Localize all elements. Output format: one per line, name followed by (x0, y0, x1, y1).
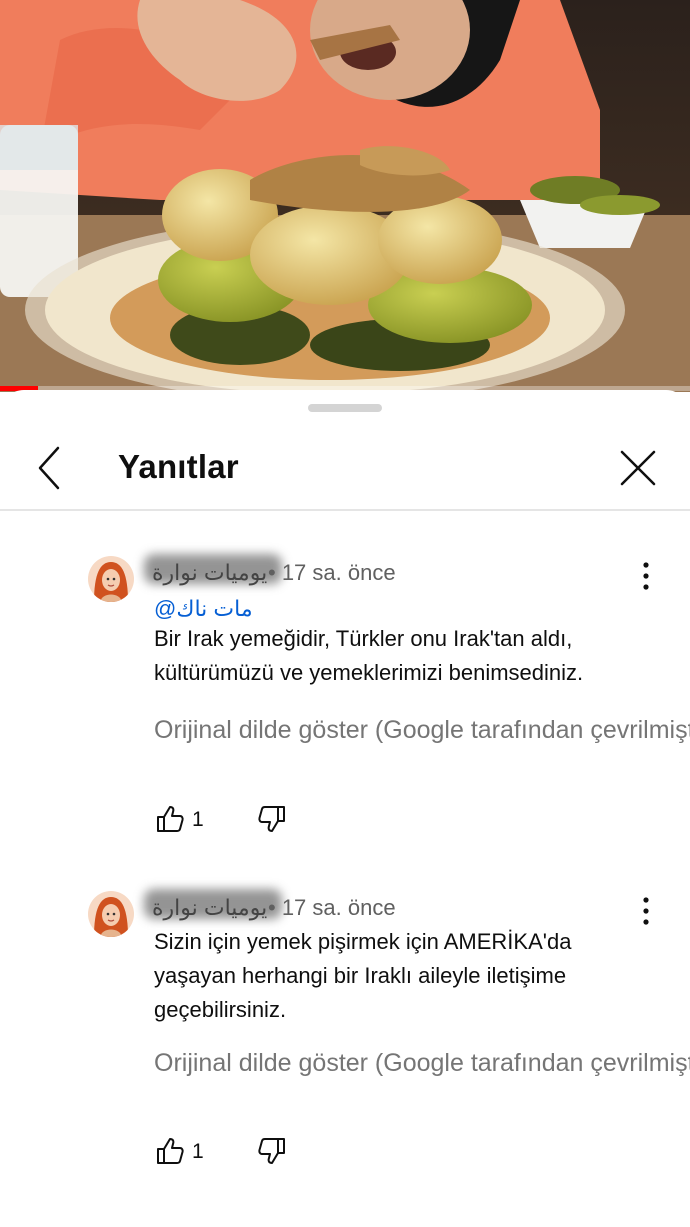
thumbs-up-icon (157, 806, 184, 832)
thumbs-down-icon (258, 806, 285, 832)
avatar-image (88, 556, 134, 602)
avatar[interactable] (88, 556, 134, 602)
comment-timestamp: • 17 sa. önce (268, 560, 396, 585)
more-options-button[interactable] (632, 893, 660, 929)
comment-text: Sizin için yemek pişirmek için AMERİKA'd… (154, 925, 664, 1027)
video-frame (0, 0, 690, 392)
reply-mention[interactable]: @مات ناك (154, 596, 253, 622)
thumbs-up-icon (157, 1138, 184, 1164)
comment-text-line: Sizin için yemek pişirmek için AMERİKA'd… (154, 929, 572, 954)
like-count: 1 (192, 1140, 204, 1163)
author-name: يوميات نوارة (152, 560, 268, 585)
back-button[interactable] (28, 442, 72, 494)
dislike-button[interactable] (256, 803, 288, 835)
comment-text-line: kültürümüzü ve yemeklerimizi benimsedini… (154, 660, 584, 685)
chevron-left-icon (38, 446, 60, 490)
comment-author[interactable]: يوميات نوارة (144, 554, 282, 586)
sheet-drag-handle[interactable] (308, 404, 382, 412)
close-button[interactable] (614, 444, 662, 492)
dislike-button[interactable] (256, 1135, 288, 1167)
video-player[interactable] (0, 0, 690, 392)
show-original-link[interactable]: Orijinal dilde göster (Google tarafından… (154, 716, 690, 745)
like-count: 1 (192, 808, 204, 831)
author-name: يوميات نوارة (152, 895, 268, 920)
comment-author[interactable]: يوميات نوارة (144, 889, 282, 921)
comment-text-line: yaşayan herhangi bir Iraklı aileyle ilet… (154, 963, 567, 988)
avatar-image (88, 891, 134, 937)
close-icon (620, 450, 656, 486)
like-button[interactable] (154, 803, 186, 835)
comment-text-line: Bir Irak yemeğidir, Türkler onu Irak'tan… (154, 626, 573, 651)
sheet-title: Yanıtlar (118, 448, 239, 485)
comment-text: Bir Irak yemeğidir, Türkler onu Irak'tan… (154, 622, 664, 690)
replies-sheet: Yanıtlar يوميات نوارة • 17 sa. önce @مات… (0, 390, 690, 1227)
comment-timestamp: • 17 sa. önce (268, 895, 396, 920)
like-button[interactable] (154, 1135, 186, 1167)
more-vertical-icon (643, 562, 649, 590)
show-original-link[interactable]: Orijinal dilde göster (Google tarafından… (154, 1049, 690, 1078)
more-vertical-icon (643, 897, 649, 925)
avatar[interactable] (88, 891, 134, 937)
header-divider (0, 509, 690, 511)
more-options-button[interactable] (632, 558, 660, 594)
comment-text-line: geçebilirsiniz. (154, 997, 287, 1022)
thumbs-down-icon (258, 1138, 285, 1164)
